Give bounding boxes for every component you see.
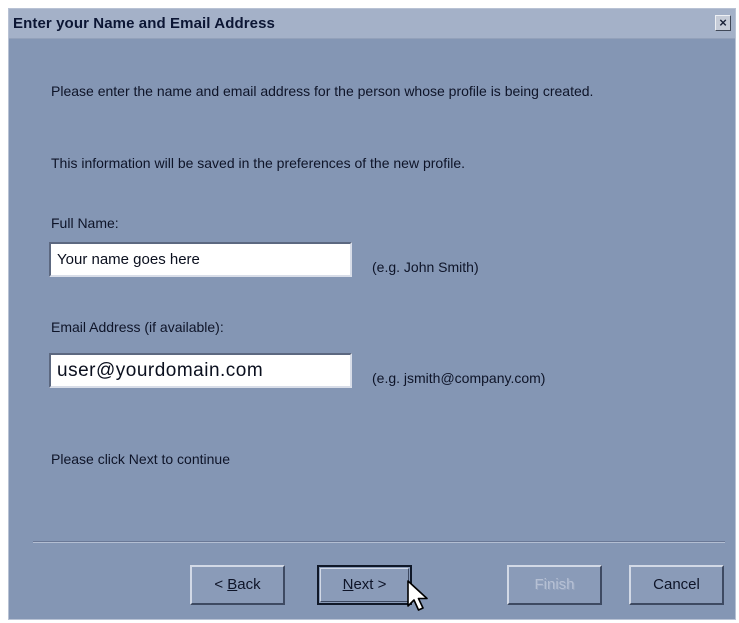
email-hint: (e.g. jsmith@company.com) [372, 370, 546, 386]
full-name-label: Full Name: [51, 215, 119, 231]
intro-text: Please enter the name and email address … [51, 83, 594, 99]
email-input[interactable] [49, 353, 352, 388]
finish-button[interactable]: Finish [507, 565, 602, 605]
back-button[interactable]: < Back [190, 565, 285, 605]
back-label-prefix: < [214, 576, 228, 593]
back-label-accel: B [227, 576, 238, 593]
next-label-accel: N [342, 576, 354, 593]
button-separator [33, 541, 725, 543]
pointer-cursor-icon [407, 580, 428, 611]
info-text: This information will be saved in the pr… [51, 155, 465, 171]
cancel-button[interactable]: Cancel [629, 565, 724, 605]
next-button-focus-ring: Next > [320, 568, 409, 602]
close-icon: × [719, 15, 727, 30]
dialog-title: Enter your Name and Email Address [13, 15, 275, 32]
next-label-rest: ext > [353, 576, 387, 593]
continue-text: Please click Next to continue [51, 451, 230, 467]
title-bar: Enter your Name and Email Address × [9, 9, 735, 39]
close-button[interactable]: × [715, 15, 731, 31]
profile-wizard-dialog: Enter your Name and Email Address × Plea… [8, 8, 736, 620]
back-label-rest: ack [237, 576, 261, 593]
full-name-input[interactable] [49, 242, 352, 277]
full-name-hint: (e.g. John Smith) [372, 259, 479, 275]
next-button[interactable]: Next > [317, 565, 412, 605]
email-label: Email Address (if available): [51, 319, 224, 335]
